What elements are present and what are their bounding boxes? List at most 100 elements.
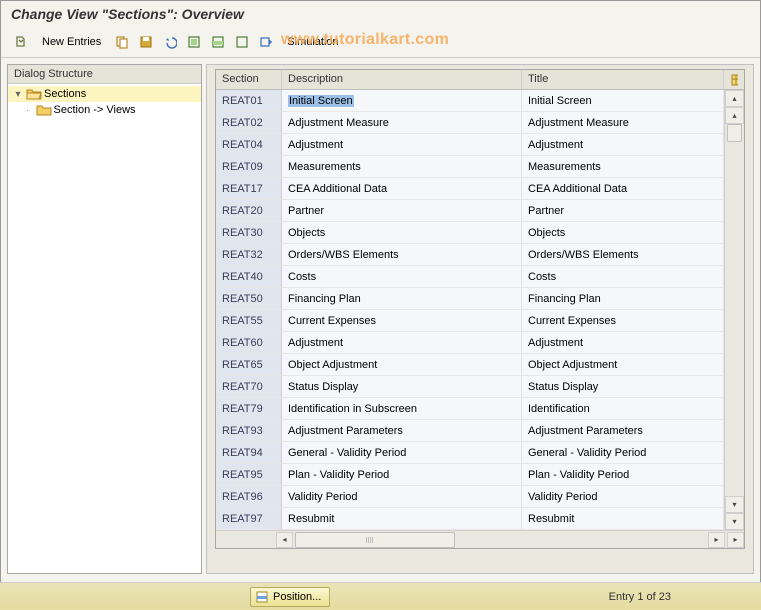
cell-section[interactable]: REAT02 [216, 112, 282, 134]
simulation-button[interactable]: Simulation [280, 31, 345, 53]
cell-description[interactable]: Objects [282, 222, 522, 244]
cell-section[interactable]: REAT97 [216, 508, 282, 530]
table-row[interactable]: REAT20PartnerPartner [216, 200, 724, 222]
column-header-title[interactable]: Title [522, 70, 724, 89]
table-row[interactable]: REAT65Object AdjustmentObject Adjustment [216, 354, 724, 376]
cell-title[interactable]: Adjustment [522, 332, 724, 354]
table-row[interactable]: REAT50Financing PlanFinancing Plan [216, 288, 724, 310]
cell-section[interactable]: REAT40 [216, 266, 282, 288]
cell-title[interactable]: Initial Screen [522, 90, 724, 112]
cell-section[interactable]: REAT93 [216, 420, 282, 442]
table-row[interactable]: REAT30ObjectsObjects [216, 222, 724, 244]
cell-section[interactable]: REAT79 [216, 398, 282, 420]
scroll-thumb[interactable] [727, 124, 742, 142]
cell-title[interactable]: Resubmit [522, 508, 724, 530]
select-all-icon[interactable] [183, 31, 205, 53]
tree-node-section-views[interactable]: · Section -> Views [8, 102, 201, 118]
cell-title[interactable]: Validity Period [522, 486, 724, 508]
table-settings-icon[interactable] [255, 31, 277, 53]
deselect-all-icon[interactable] [231, 31, 253, 53]
table-row[interactable]: REAT02Adjustment MeasureAdjustment Measu… [216, 112, 724, 134]
cell-title[interactable]: Measurements [522, 156, 724, 178]
tree-node-sections[interactable]: ▾ Sections [8, 86, 201, 102]
vertical-scrollbar[interactable]: ▴ ▴ ▾ ▾ [724, 90, 744, 530]
table-row[interactable]: REAT55Current ExpensesCurrent Expenses [216, 310, 724, 332]
cell-section[interactable]: REAT30 [216, 222, 282, 244]
cell-description[interactable]: Adjustment [282, 332, 522, 354]
table-row[interactable]: REAT96Validity PeriodValidity Period [216, 486, 724, 508]
cell-section[interactable]: REAT70 [216, 376, 282, 398]
table-row[interactable]: REAT94General - Validity PeriodGeneral -… [216, 442, 724, 464]
cell-description[interactable]: Orders/WBS Elements [282, 244, 522, 266]
select-block-icon[interactable] [207, 31, 229, 53]
cell-description[interactable]: Plan - Validity Period [282, 464, 522, 486]
cell-description[interactable]: Costs [282, 266, 522, 288]
cell-title[interactable]: General - Validity Period [522, 442, 724, 464]
cell-title[interactable]: Orders/WBS Elements [522, 244, 724, 266]
cell-description[interactable]: Financing Plan [282, 288, 522, 310]
cell-section[interactable]: REAT01 [216, 90, 282, 112]
position-button[interactable]: Position... [250, 587, 330, 607]
scroll-track[interactable] [727, 124, 742, 496]
cell-title[interactable]: Objects [522, 222, 724, 244]
cell-section[interactable]: REAT20 [216, 200, 282, 222]
cell-title[interactable]: Partner [522, 200, 724, 222]
cell-description[interactable]: Object Adjustment [282, 354, 522, 376]
scroll-right-end-icon[interactable]: ▸ [727, 532, 744, 548]
cell-description[interactable]: General - Validity Period [282, 442, 522, 464]
cell-description[interactable]: Resubmit [282, 508, 522, 530]
hscroll-track[interactable] [295, 532, 706, 548]
table-row[interactable]: REAT60AdjustmentAdjustment [216, 332, 724, 354]
copy-icon[interactable] [111, 31, 133, 53]
cell-title[interactable]: Costs [522, 266, 724, 288]
cell-section[interactable]: REAT17 [216, 178, 282, 200]
table-row[interactable]: REAT40CostsCosts [216, 266, 724, 288]
table-row[interactable]: REAT97ResubmitResubmit [216, 508, 724, 530]
cell-section[interactable]: REAT60 [216, 332, 282, 354]
table-row[interactable]: REAT95Plan - Validity PeriodPlan - Valid… [216, 464, 724, 486]
cell-description[interactable]: Adjustment Measure [282, 112, 522, 134]
cell-section[interactable]: REAT09 [216, 156, 282, 178]
undo-icon[interactable] [159, 31, 181, 53]
scroll-left-icon[interactable]: ◂ [276, 532, 293, 548]
cell-section[interactable]: REAT96 [216, 486, 282, 508]
table-row[interactable]: REAT32Orders/WBS ElementsOrders/WBS Elem… [216, 244, 724, 266]
cell-description[interactable]: Initial Screen [282, 90, 522, 112]
scroll-down-icon[interactable]: ▾ [725, 496, 744, 513]
collapse-icon[interactable]: ▾ [12, 89, 24, 100]
cell-title[interactable]: Plan - Validity Period [522, 464, 724, 486]
cell-section[interactable]: REAT50 [216, 288, 282, 310]
cell-section[interactable]: REAT94 [216, 442, 282, 464]
cell-section[interactable]: REAT04 [216, 134, 282, 156]
save-icon[interactable] [135, 31, 157, 53]
cell-title[interactable]: Adjustment [522, 134, 724, 156]
cell-title[interactable]: Object Adjustment [522, 354, 724, 376]
cell-description[interactable]: Identification in Subscreen [282, 398, 522, 420]
cell-title[interactable]: Status Display [522, 376, 724, 398]
cell-section[interactable]: REAT55 [216, 310, 282, 332]
table-config-button[interactable] [724, 70, 744, 89]
cell-section[interactable]: REAT95 [216, 464, 282, 486]
table-row[interactable]: REAT93Adjustment ParametersAdjustment Pa… [216, 420, 724, 442]
cell-title[interactable]: Adjustment Measure [522, 112, 724, 134]
table-row[interactable]: REAT04AdjustmentAdjustment [216, 134, 724, 156]
cell-description[interactable]: Partner [282, 200, 522, 222]
scroll-top-icon[interactable]: ▴ [725, 90, 744, 107]
horizontal-scrollbar[interactable]: ◂ ▸ ▸ [216, 530, 744, 548]
cell-description[interactable]: Status Display [282, 376, 522, 398]
cell-title[interactable]: Identification [522, 398, 724, 420]
table-row[interactable]: REAT09MeasurementsMeasurements [216, 156, 724, 178]
cell-title[interactable]: Adjustment Parameters [522, 420, 724, 442]
cell-description[interactable]: Validity Period [282, 486, 522, 508]
cell-section[interactable]: REAT32 [216, 244, 282, 266]
column-header-description[interactable]: Description [282, 70, 522, 89]
scroll-right-icon[interactable]: ▸ [708, 532, 725, 548]
scroll-up-icon[interactable]: ▴ [725, 107, 744, 124]
cell-description[interactable]: CEA Additional Data [282, 178, 522, 200]
new-entries-button[interactable]: New Entries [35, 31, 108, 53]
table-row[interactable]: REAT70Status DisplayStatus Display [216, 376, 724, 398]
scroll-bottom-icon[interactable]: ▾ [725, 513, 744, 530]
cell-description[interactable]: Measurements [282, 156, 522, 178]
cell-section[interactable]: REAT65 [216, 354, 282, 376]
cell-title[interactable]: Current Expenses [522, 310, 724, 332]
